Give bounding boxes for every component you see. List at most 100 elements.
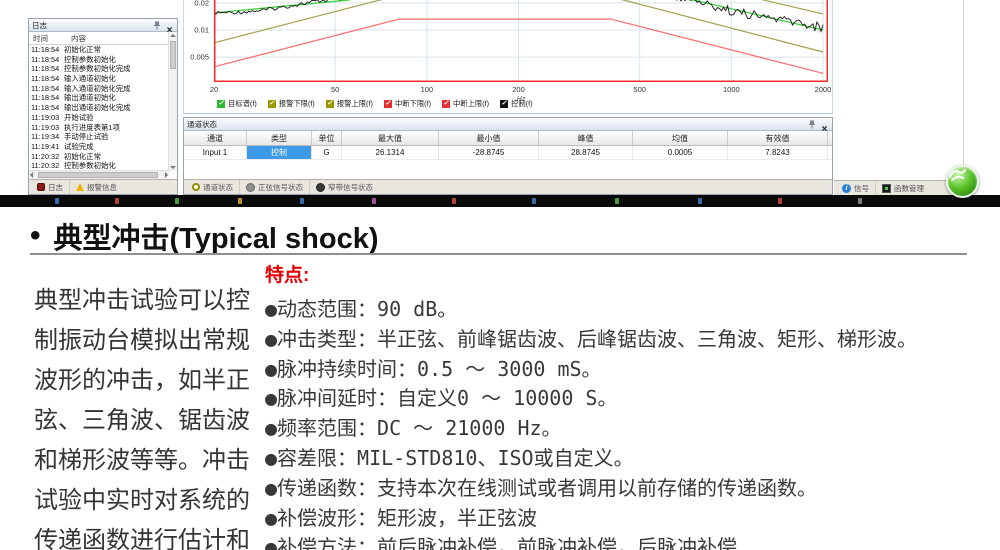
taskbar-icon[interactable] [615,198,619,204]
spectrum-chart[interactable]: 205010020050010002000Hz0.020.010.005 [184,0,832,114]
log-row[interactable]: 11:18:54 输出通道初始化 [31,93,168,103]
vertical-scrollbar[interactable] [168,32,177,171]
horizontal-scrollbar[interactable] [29,170,169,179]
scroll-up-icon[interactable] [170,34,176,37]
log-row[interactable]: 11:18:54 输入通道初始化 [31,74,168,84]
taskbar-icon[interactable] [372,198,376,204]
log-row[interactable]: 11:18:54 初始化正常 [31,45,168,55]
log-content: 控制参数初始化 [64,55,168,65]
tab[interactable]: 报警信息 [69,180,123,194]
scroll-down-icon[interactable] [170,166,176,169]
intro-line: 波形的冲击，如半正 [34,361,260,401]
taskbar-icon[interactable] [532,198,536,204]
log-row[interactable]: 11:19:03 开始试验 [31,113,168,123]
panel-controls [153,20,174,30]
taskbar-icon[interactable] [858,198,862,204]
table-column-header[interactable]: 单位 [312,131,342,145]
log-row[interactable]: 11:19:34 手动停止试验 [31,132,168,142]
checkbox-checked-icon[interactable] [384,100,392,108]
log-time: 11:19:03 [31,123,64,133]
checkbox-checked-icon[interactable] [326,100,334,108]
log-column-content[interactable]: 内容 [69,33,86,44]
divider [30,253,967,255]
log-row[interactable]: 11:18:54 控制参数初始化完成 [31,64,168,74]
tab[interactable]: 信号 [836,181,875,195]
intro-line: 弦、三角波、锯齿波 [34,401,260,441]
tab-label: 正弦信号状态 [258,182,303,193]
taskbar-icon[interactable] [55,198,59,204]
log-time: 11:18:54 [31,64,64,74]
svg-text:0.02: 0.02 [194,0,209,7]
tab[interactable]: 通道状态 [186,180,239,194]
taskbar-icon[interactable] [698,198,702,204]
log-row[interactable]: 11:20:32 控制参数初始化 [31,161,168,170]
svg-text:100: 100 [421,85,434,94]
table-cell: -28.8745 [439,146,539,159]
log-row[interactable]: 11:20:32 初始化正常 [31,152,168,162]
checkbox-checked-icon[interactable] [217,100,225,108]
tab[interactable]: 窄带信号状态 [309,180,379,194]
green-sphere-logo[interactable] [946,165,979,198]
taskbar-icon[interactable] [300,198,304,204]
tab-label: 报警信息 [87,182,117,193]
log-row[interactable]: 11:19:41 试验完成 [31,142,168,152]
log-time: 11:18:54 [31,55,64,65]
table-column-header[interactable]: 最大值 [342,131,439,145]
log-row[interactable]: 11:18:54 输出通道初始化完成 [31,103,168,113]
warning-icon [76,183,84,191]
sine-status-icon [246,183,255,192]
function-manager-icon [882,184,891,193]
table-row[interactable]: Input 1 控制 G 26.1314 -28.8745 28.8745 0.… [184,146,832,160]
legend-item[interactable]: 控制(f) [500,99,532,109]
log-row[interactable]: 11:18:54 控制参数初始化 [31,55,168,65]
legend-item[interactable]: 报警下限(f) [268,99,315,109]
table-column-header[interactable]: 通道 [184,131,247,145]
chart-legend: 目标谱(f) 报警下限(f) 报警上限(f) 中断下限(f) [217,99,533,109]
scrollbar-thumb[interactable] [38,172,158,178]
taskbar-icon[interactable] [115,198,119,204]
channel-status-panel: 通道状态 通道 类型 单位 最大值 最小 [183,117,833,195]
right-dock: 信号 函数管理 [834,0,964,195]
table-column-header[interactable]: 有效值 [728,131,828,145]
log-column-time[interactable]: 时间 [29,33,69,44]
tab-label: 函数管理 [894,183,924,194]
tab[interactable]: 函数管理 [875,181,930,195]
taskbar-icon[interactable] [778,198,782,204]
log-panel-titlebar: 日志 [29,19,177,32]
taskbar-icon[interactable] [452,198,456,204]
tab[interactable]: 正弦信号状态 [239,180,309,194]
scroll-left-icon[interactable] [30,172,33,178]
pin-icon[interactable] [808,120,816,129]
checkbox-checked-icon[interactable] [268,100,276,108]
scroll-right-icon[interactable] [165,172,168,178]
tab[interactable]: 日志 [31,180,69,194]
log-row[interactable]: 11:18:54 输入通道初始化完成 [31,84,168,94]
scrollbar-thumb[interactable] [170,41,176,69]
table-cell: Input 1 [184,146,247,159]
log-column-headers: 时间 内容 [29,32,169,45]
taskbar-icon[interactable] [238,198,242,204]
page-title-text: 典型冲击(Typical shock) [54,215,379,257]
legend-label: 中断下限(f) [395,99,431,109]
checkbox-checked-icon[interactable] [500,100,508,108]
feature-item: ●脉冲间延时：自定义0 ～ 10000 S。 [265,384,975,414]
feature-item: ●补偿波形：矩形波，半正弦波 [265,504,975,534]
close-icon[interactable] [820,119,829,129]
intro-line: 传递函数进行估计和 [34,521,260,550]
legend-item[interactable]: 中断下限(f) [384,99,431,109]
features-title: 特点: [265,264,975,288]
table-column-header[interactable]: 最小值 [439,131,539,145]
svg-text:200: 200 [512,85,525,94]
table-column-header[interactable]: 峰值 [539,131,633,145]
table-column-header[interactable]: 类型 [247,131,312,145]
table-column-header[interactable]: 均值 [633,131,728,145]
pin-icon[interactable] [153,21,161,30]
legend-item[interactable]: 中断上限(f) [442,99,489,109]
legend-item[interactable]: 报警上限(f) [326,99,373,109]
page-title: • 典型冲击(Typical shock) [30,215,378,257]
close-icon[interactable] [165,20,174,30]
checkbox-checked-icon[interactable] [442,100,450,108]
legend-item[interactable]: 目标谱(f) [217,99,257,109]
taskbar-icon[interactable] [175,198,179,204]
log-row[interactable]: 11:19:03 执行进度表第1项 [31,123,168,133]
